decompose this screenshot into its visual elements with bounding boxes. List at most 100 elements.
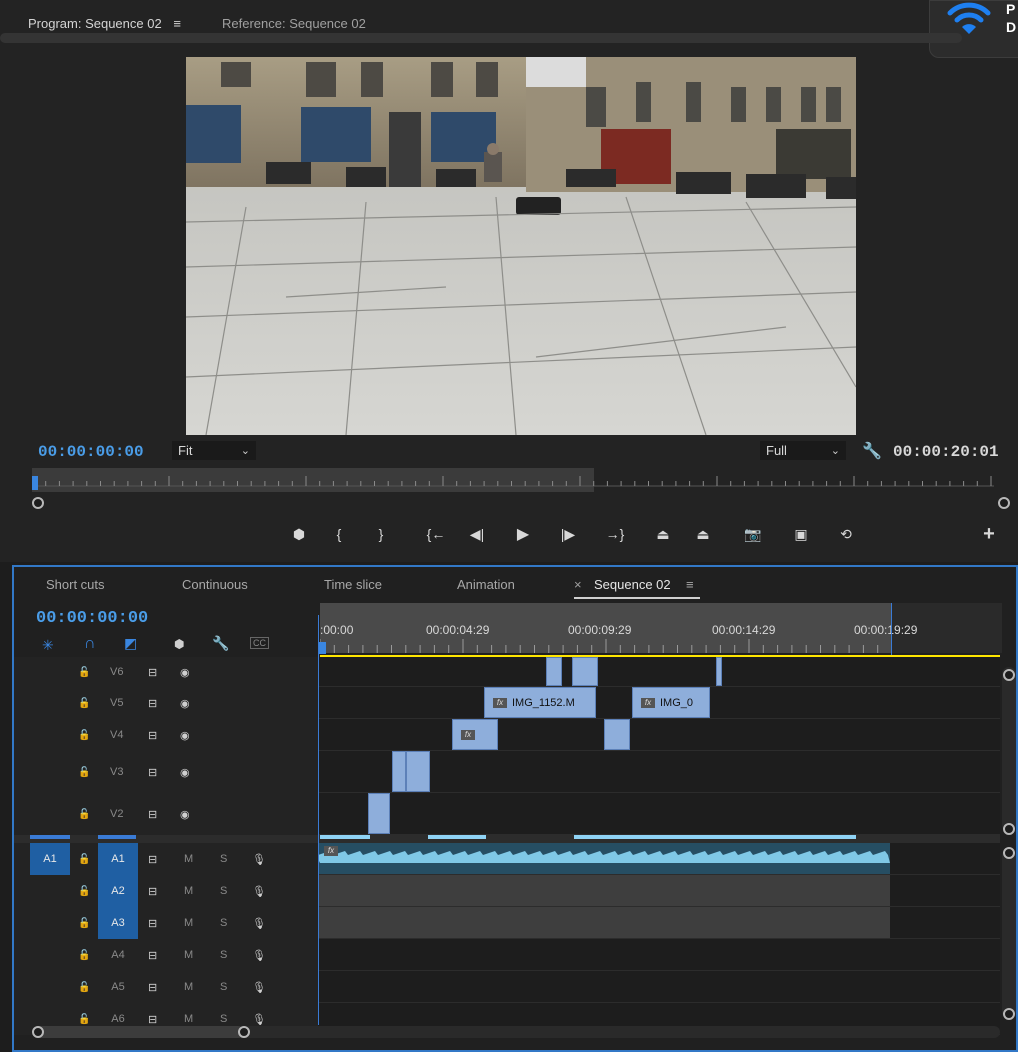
sync-lock-icon[interactable]: ⊟ bbox=[148, 719, 157, 751]
track-lane[interactable] bbox=[318, 907, 1000, 939]
eye-icon[interactable]: ◉ bbox=[180, 687, 190, 719]
program-video-frame[interactable] bbox=[186, 57, 856, 435]
tab-time-slice[interactable]: Time slice bbox=[324, 577, 382, 592]
go-to-in-button[interactable]: {← bbox=[425, 523, 447, 545]
lock-icon[interactable]: 🔓 bbox=[78, 751, 90, 793]
video-vertical-scrollbar[interactable] bbox=[1002, 667, 1016, 832]
timeline-playhead-handle[interactable] bbox=[318, 642, 326, 654]
tab-sequence-02[interactable]: Sequence 02 bbox=[594, 577, 671, 592]
panel-menu-icon[interactable]: ≡ bbox=[173, 16, 181, 31]
track-lane[interactable] bbox=[318, 751, 1000, 793]
sync-lock-icon[interactable]: ⊟ bbox=[148, 875, 157, 907]
video-clip[interactable]: fx IMG_0 bbox=[632, 687, 710, 718]
microphone-icon[interactable]: 🎙 bbox=[252, 843, 266, 875]
video-clip[interactable] bbox=[546, 657, 562, 686]
mute-button[interactable]: M bbox=[184, 971, 193, 1003]
track-lane[interactable]: fx bbox=[318, 719, 1000, 751]
playhead-marker[interactable] bbox=[32, 476, 38, 490]
captions-icon[interactable]: CC bbox=[250, 637, 269, 649]
resolution-select[interactable]: Full ⌄ bbox=[760, 441, 846, 460]
tab-program[interactable]: Program: Sequence 02 ≡ bbox=[28, 16, 181, 31]
playhead-timecode[interactable]: 00:00:00:00 bbox=[38, 443, 144, 461]
wifi-notification[interactable]: P D bbox=[929, 0, 1018, 58]
tab-continuous[interactable]: Continuous bbox=[182, 577, 248, 592]
video-scroll-top-handle[interactable] bbox=[1003, 669, 1015, 681]
eye-icon[interactable]: ◉ bbox=[180, 657, 190, 687]
mute-button[interactable]: M bbox=[184, 843, 193, 875]
add-button[interactable]: + bbox=[978, 523, 1000, 545]
lift-button[interactable]: ⏏ bbox=[652, 523, 674, 545]
go-to-out-button[interactable]: →} bbox=[604, 523, 626, 545]
lock-icon[interactable]: 🔓 bbox=[78, 939, 90, 971]
snap-magnet-icon[interactable]: ∩ bbox=[84, 635, 96, 653]
monitor-time-ruler[interactable] bbox=[32, 468, 994, 492]
sync-lock-icon[interactable]: ⊟ bbox=[148, 657, 157, 687]
track-label[interactable]: A1 bbox=[98, 843, 138, 875]
hscroll-right-handle[interactable] bbox=[238, 1026, 250, 1038]
sync-lock-icon[interactable]: ⊟ bbox=[148, 687, 157, 719]
eye-icon[interactable]: ◉ bbox=[180, 793, 190, 835]
lock-icon[interactable]: 🔓 bbox=[78, 687, 90, 719]
play-button[interactable]: ▶ bbox=[512, 523, 534, 545]
add-marker-button[interactable]: ⬢ bbox=[288, 523, 310, 545]
wrench-icon[interactable]: 🔧 bbox=[862, 441, 882, 461]
sync-lock-icon[interactable]: ⊟ bbox=[148, 971, 157, 1003]
video-audio-divider[interactable] bbox=[14, 835, 1000, 843]
add-marker-icon[interactable]: ⬢ bbox=[174, 637, 184, 651]
video-clip[interactable] bbox=[716, 657, 722, 686]
mark-in-button[interactable]: { bbox=[328, 523, 350, 545]
track-label[interactable]: V2 bbox=[110, 793, 123, 835]
mute-button[interactable]: M bbox=[184, 875, 193, 907]
panel-menu-icon[interactable]: ≡ bbox=[686, 577, 694, 592]
track-label[interactable]: A4 bbox=[98, 939, 138, 971]
eye-icon[interactable]: ◉ bbox=[180, 719, 190, 751]
microphone-icon[interactable]: 🎙 bbox=[252, 971, 266, 1003]
close-tab-icon[interactable]: × bbox=[574, 577, 582, 592]
solo-button[interactable]: S bbox=[220, 907, 227, 939]
video-clip[interactable]: fx IMG_1152.M bbox=[484, 687, 596, 718]
timeline-settings-wrench-icon[interactable]: 🔧 bbox=[212, 635, 229, 652]
linked-selection-icon[interactable]: ◩ bbox=[124, 635, 137, 652]
lock-icon[interactable]: 🔓 bbox=[78, 793, 90, 835]
lock-icon[interactable]: 🔓 bbox=[78, 657, 90, 687]
track-label[interactable]: V6 bbox=[110, 657, 123, 687]
mute-button[interactable]: M bbox=[184, 907, 193, 939]
track-label[interactable]: V5 bbox=[110, 687, 123, 719]
lock-icon[interactable]: 🔓 bbox=[78, 971, 90, 1003]
step-back-button[interactable]: ◀| bbox=[466, 523, 488, 545]
lock-icon[interactable]: 🔓 bbox=[78, 875, 90, 907]
overwrite-button[interactable]: ⟲ bbox=[835, 523, 857, 545]
horizontal-scroll-thumb[interactable] bbox=[34, 1026, 244, 1038]
solo-button[interactable]: S bbox=[220, 843, 227, 875]
tab-animation[interactable]: Animation bbox=[457, 577, 515, 592]
lock-icon[interactable]: 🔓 bbox=[78, 719, 90, 751]
solo-button[interactable]: S bbox=[220, 875, 227, 907]
source-patch[interactable]: A1 bbox=[30, 843, 70, 875]
video-clip[interactable] bbox=[604, 719, 630, 750]
hscroll-left-handle[interactable] bbox=[32, 1026, 44, 1038]
track-label[interactable]: V3 bbox=[110, 751, 123, 793]
track-label[interactable]: V4 bbox=[110, 719, 123, 751]
track-lane[interactable] bbox=[318, 657, 1000, 687]
tab-reference[interactable]: Reference: Sequence 02 bbox=[222, 16, 366, 31]
video-clip[interactable]: fx bbox=[452, 719, 498, 750]
sync-lock-icon[interactable]: ⊟ bbox=[148, 751, 157, 793]
track-lane[interactable]: fx bbox=[318, 843, 1000, 875]
microphone-icon[interactable]: 🎙 bbox=[252, 939, 266, 971]
nest-icon[interactable]: ✳ bbox=[42, 637, 54, 654]
zoom-select[interactable]: Fit ⌄ bbox=[172, 441, 256, 460]
sync-lock-icon[interactable]: ⊟ bbox=[148, 843, 157, 875]
timeline-timecode[interactable]: 00:00:00:00 bbox=[36, 609, 148, 628]
track-label[interactable]: A5 bbox=[98, 971, 138, 1003]
track-lane[interactable] bbox=[318, 971, 1000, 1003]
audio-clip[interactable]: fx bbox=[318, 843, 890, 874]
mark-out-button[interactable]: } bbox=[370, 523, 392, 545]
zoom-handle-left[interactable] bbox=[32, 497, 44, 509]
solo-button[interactable]: S bbox=[220, 971, 227, 1003]
video-clip[interactable] bbox=[392, 751, 406, 792]
sync-lock-icon[interactable]: ⊟ bbox=[148, 907, 157, 939]
tab-short-cuts[interactable]: Short cuts bbox=[46, 577, 105, 592]
track-lane[interactable] bbox=[318, 793, 1000, 835]
lock-icon[interactable]: 🔓 bbox=[78, 907, 90, 939]
video-clip[interactable] bbox=[406, 751, 430, 792]
